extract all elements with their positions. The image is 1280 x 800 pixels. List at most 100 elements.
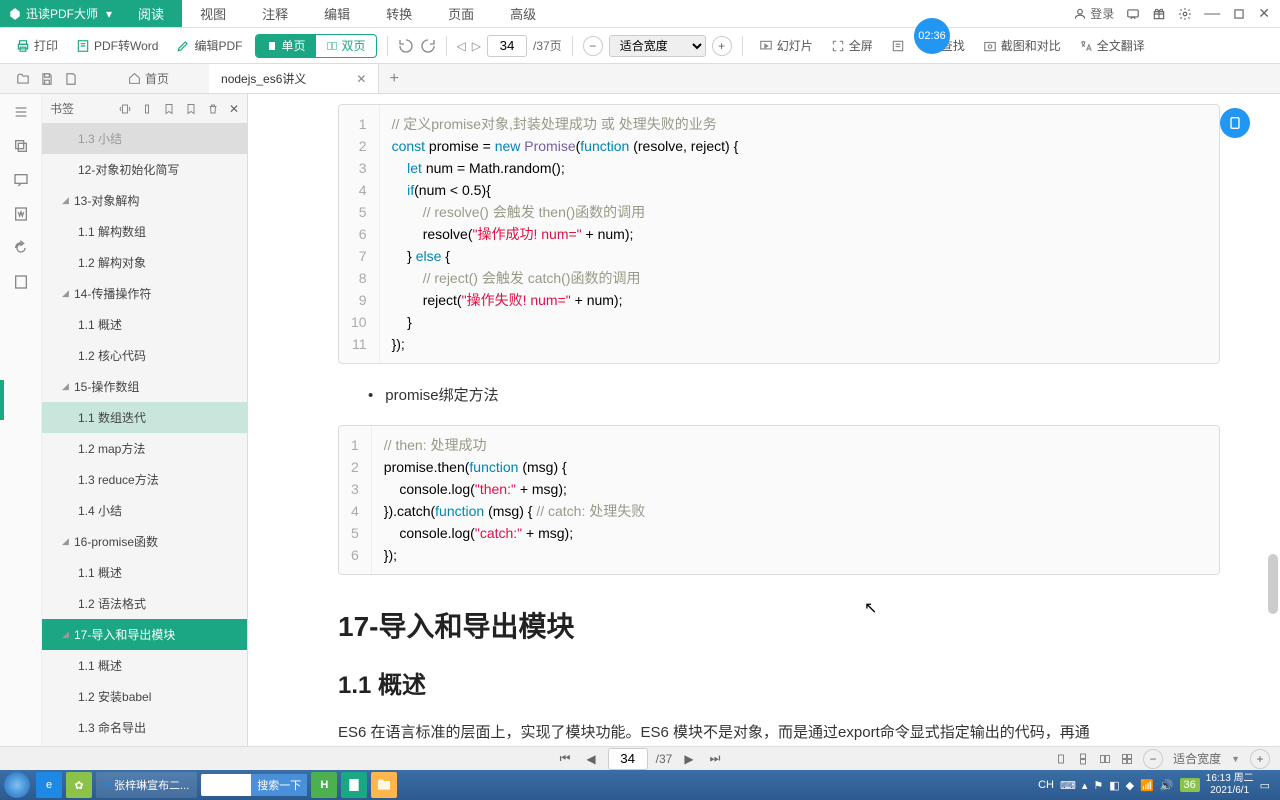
- refresh-icon[interactable]: [13, 240, 29, 256]
- outline-icon[interactable]: [13, 104, 29, 120]
- bookmark-item[interactable]: 1.2 安装babel: [42, 681, 247, 712]
- settings-icon[interactable]: [1178, 7, 1192, 21]
- bookmark-item[interactable]: 1.3 reduce方法: [42, 464, 247, 495]
- open-icon[interactable]: [16, 72, 30, 86]
- bookmark-item[interactable]: 1.1 数组迭代: [42, 402, 247, 433]
- translate-button[interactable]: 全文翻译: [1073, 33, 1151, 58]
- view-tab-annotate[interactable]: 注释: [244, 0, 306, 27]
- task-pdf-icon[interactable]: [341, 772, 367, 798]
- close-tab-icon[interactable]: ✕: [356, 72, 366, 86]
- form-button[interactable]: [885, 35, 911, 57]
- close-button[interactable]: ✕: [1258, 5, 1270, 22]
- view-cont-icon[interactable]: [1077, 753, 1089, 765]
- taskbar-search[interactable]: 搜索一下: [201, 774, 307, 796]
- expand-all-icon[interactable]: [119, 103, 131, 115]
- tray-desktop-icon[interactable]: ▭: [1260, 779, 1270, 792]
- home-tab[interactable]: 首页: [88, 70, 209, 87]
- tray-chevron-icon[interactable]: ▴: [1082, 779, 1088, 792]
- task-browser[interactable]: e张梓琳宣布二...: [96, 772, 197, 798]
- zoom-in-nav[interactable]: +: [1250, 749, 1270, 769]
- bookmark-item[interactable]: 1.3 小结: [42, 123, 247, 154]
- page-number-input[interactable]: [487, 35, 527, 57]
- bookmark-icon[interactable]: [185, 103, 197, 115]
- next-page-nav[interactable]: ▶: [680, 752, 697, 766]
- print-button[interactable]: 打印: [10, 33, 64, 58]
- view-tab-edit[interactable]: 编辑: [306, 0, 368, 27]
- bookmark-item[interactable]: 1.2 map方法: [42, 433, 247, 464]
- maximize-button[interactable]: [1232, 7, 1246, 21]
- view-tab-advanced[interactable]: 高级: [492, 0, 554, 27]
- tray-network-icon[interactable]: 📶: [1140, 779, 1154, 792]
- ime-indicator[interactable]: CH: [1038, 779, 1054, 791]
- bookmark-item[interactable]: 1.1 解构数组: [42, 216, 247, 247]
- view-tab-page[interactable]: 页面: [430, 0, 492, 27]
- task-folder-icon[interactable]: [371, 772, 397, 798]
- view-facing-cont-icon[interactable]: [1121, 753, 1133, 765]
- bookmark-item[interactable]: 1.2 语法格式: [42, 588, 247, 619]
- start-button[interactable]: [4, 772, 30, 798]
- save-icon[interactable]: [40, 72, 54, 86]
- content-area[interactable]: 1234567891011 // 定义promise对象,封装处理成功 或 处理…: [248, 94, 1280, 746]
- single-page-button[interactable]: 单页: [256, 35, 316, 57]
- collapse-all-icon[interactable]: [141, 103, 153, 115]
- tray-app1-icon[interactable]: ◧: [1109, 779, 1119, 792]
- login-button[interactable]: 登录: [1073, 5, 1114, 22]
- bookmark-item[interactable]: 1.2 核心代码: [42, 340, 247, 371]
- page-nav-input[interactable]: [608, 748, 648, 770]
- gift-icon[interactable]: [1152, 7, 1166, 21]
- view-single-icon[interactable]: [1055, 753, 1067, 765]
- tray-flag-icon[interactable]: ⚑: [1093, 779, 1103, 792]
- export-icon[interactable]: [13, 274, 29, 290]
- document-tab[interactable]: nodejs_es6讲义 ✕: [209, 64, 379, 93]
- delete-icon[interactable]: [207, 103, 219, 115]
- prev-page-nav[interactable]: ◀: [582, 752, 599, 766]
- tray-keyboard-icon[interactable]: ⌨: [1060, 779, 1076, 792]
- zoom-out-button[interactable]: −: [583, 36, 603, 56]
- view-tab-read[interactable]: 阅读: [120, 0, 182, 27]
- double-page-button[interactable]: 双页: [316, 35, 376, 57]
- new-tab-button[interactable]: +: [379, 70, 408, 88]
- last-page-button[interactable]: ⏭: [706, 751, 725, 766]
- word-icon[interactable]: [13, 206, 29, 222]
- zoom-select[interactable]: 适合宽度: [609, 35, 706, 57]
- bookmark-item[interactable]: 1.1 概述: [42, 557, 247, 588]
- bookmark-item[interactable]: ◢13-对象解构: [42, 185, 247, 216]
- view-facing-icon[interactable]: [1099, 753, 1111, 765]
- bookmark-item[interactable]: 1.2 解构对象: [42, 247, 247, 278]
- bookmark-item[interactable]: 1.1 概述: [42, 650, 247, 681]
- float-action-button[interactable]: [1220, 108, 1250, 138]
- first-page-button[interactable]: ⏮: [556, 751, 575, 766]
- chat-icon[interactable]: [1126, 7, 1140, 21]
- bookmark-item[interactable]: ◢17-导入和导出模块: [42, 619, 247, 650]
- tray-temp[interactable]: 36: [1180, 778, 1200, 792]
- next-page-button[interactable]: ▷: [472, 39, 481, 53]
- panel-close-icon[interactable]: ✕: [229, 102, 239, 116]
- copy-icon[interactable]: [13, 138, 29, 154]
- bookmark-item[interactable]: ◢14-传播操作符: [42, 278, 247, 309]
- rotate-right-icon[interactable]: [420, 38, 436, 54]
- fullscreen-button[interactable]: 全屏: [825, 33, 879, 58]
- task-ie-icon[interactable]: e: [36, 772, 62, 798]
- zoom-in-button[interactable]: +: [712, 36, 732, 56]
- bookmark-item[interactable]: 1.1 概述: [42, 309, 247, 340]
- tray-app2-icon[interactable]: ◆: [1126, 779, 1134, 792]
- task-app-icon[interactable]: ✿: [66, 772, 92, 798]
- bookmark-item[interactable]: ◢15-操作数组: [42, 371, 247, 402]
- comment-icon[interactable]: [13, 172, 29, 188]
- rotate-left-icon[interactable]: [398, 38, 414, 54]
- saveas-icon[interactable]: [64, 72, 78, 86]
- minimize-button[interactable]: —: [1204, 5, 1220, 23]
- bookmark-item[interactable]: 1.4 小结: [42, 495, 247, 526]
- view-tab-view[interactable]: 视图: [182, 0, 244, 27]
- task-hbuilder-icon[interactable]: H: [311, 772, 337, 798]
- tray-clock[interactable]: 16:13 周二 2021/6/1: [1206, 773, 1254, 797]
- zoom-out-nav[interactable]: −: [1143, 749, 1163, 769]
- bookmark-item[interactable]: 12-对象初始化简写: [42, 154, 247, 185]
- screenshot-button[interactable]: 截图和对比: [977, 33, 1067, 58]
- bookmark-item[interactable]: 1.3 命名导出: [42, 712, 247, 743]
- editpdf-button[interactable]: 编辑PDF: [170, 33, 248, 58]
- pdf2word-button[interactable]: PDF转Word: [70, 33, 164, 58]
- view-tab-convert[interactable]: 转换: [368, 0, 430, 27]
- tray-volume-icon[interactable]: 🔊: [1160, 779, 1174, 792]
- bookmark-add-icon[interactable]: [163, 103, 175, 115]
